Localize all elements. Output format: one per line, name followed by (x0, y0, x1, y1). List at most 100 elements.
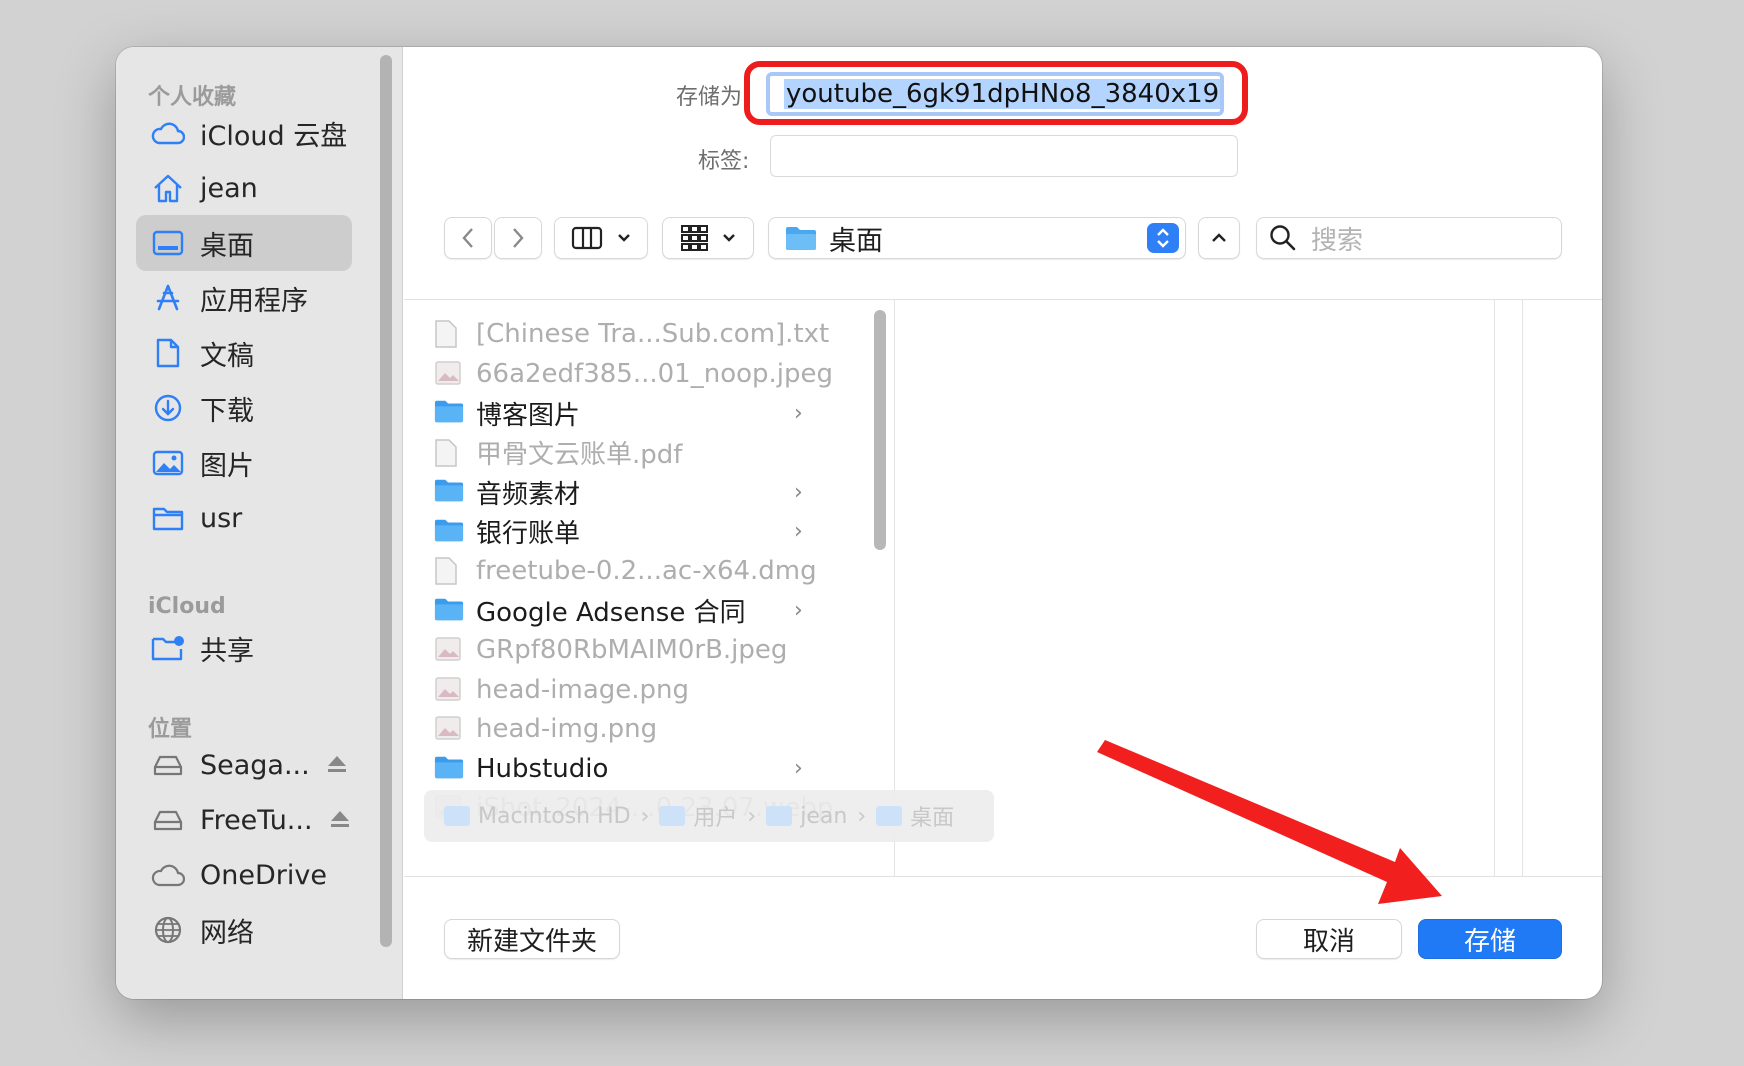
search-field[interactable]: 搜索 (1256, 217, 1562, 259)
save-as-label: 存储为 (676, 85, 743, 110)
file-name: 音频素材 (476, 479, 581, 510)
tags-input[interactable] (770, 135, 1238, 177)
file-row[interactable]: GRpf80RbMAIM0rB.jpeg (434, 630, 814, 670)
location-label: 桌面 (829, 225, 883, 257)
new-folder-button[interactable]: 新建文件夹 (444, 919, 620, 959)
chevron-right-icon: › (794, 519, 803, 544)
cloud-icon (150, 857, 186, 893)
photo-icon (150, 445, 186, 481)
file-row[interactable]: [Chinese Tra...Sub.com].txt (434, 314, 829, 354)
chevron-down-icon (618, 234, 630, 242)
save-button[interactable]: 存储 (1418, 919, 1562, 959)
network-icon (150, 912, 186, 948)
sidebar-item-label: 文稿 (200, 340, 254, 372)
cancel-button[interactable]: 取消 (1256, 919, 1402, 959)
sidebar-item-downloads[interactable]: 下载 (136, 380, 352, 436)
path-segment[interactable]: jean (800, 804, 847, 829)
sidebar-item-documents[interactable]: 文稿 (136, 325, 352, 381)
search-placeholder: 搜索 (1311, 225, 1364, 256)
file-name: head-img.png (476, 714, 658, 744)
folder-row[interactable]: 音频素材 › (434, 472, 814, 512)
sidebar-scrollbar[interactable] (380, 55, 392, 947)
file-row[interactable]: 甲骨文云账单.pdf (434, 433, 814, 473)
expand-collapse-button[interactable] (1198, 217, 1240, 259)
chevron-down-icon (723, 234, 735, 242)
chevron-right-icon (513, 228, 524, 248)
file-row[interactable]: head-img.png (434, 709, 814, 749)
folder-row[interactable]: 博客图片 › (434, 393, 814, 433)
path-segment[interactable]: 桌面 (910, 800, 954, 832)
folder-icon (150, 500, 186, 536)
sidebar-item-label: iCloud 云盘 (200, 120, 348, 152)
location-popup[interactable]: 桌面 (768, 217, 1186, 259)
eject-icon[interactable] (326, 750, 348, 781)
drive-icon (444, 806, 470, 826)
folder-row[interactable]: 银行账单 › (434, 512, 814, 552)
path-bar[interactable]: Macintosh HD › 用户 › jean › 桌面 (424, 790, 994, 842)
image-file-icon (434, 675, 464, 705)
file-name: head-image.png (476, 674, 690, 705)
columns-icon (571, 226, 603, 250)
sidebar-item-shared[interactable]: 共享 (136, 620, 352, 676)
sidebar-item-usr[interactable]: usr (136, 490, 352, 546)
path-segment[interactable]: Macintosh HD (478, 804, 631, 829)
updown-chevron-icon (1147, 223, 1179, 253)
sidebar-item-jean[interactable]: jean (136, 160, 352, 216)
disk-image-icon (434, 556, 464, 586)
sidebar-item-label: 下载 (200, 395, 254, 427)
folder-icon (434, 754, 464, 784)
file-name: 甲骨文云账单.pdf (476, 440, 683, 470)
sidebar-item-desktop[interactable]: 桌面 (136, 215, 352, 271)
chevron-right-icon: › (794, 756, 803, 781)
sidebar-item-label: FreeTu... (200, 804, 313, 836)
sidebar-item-applications[interactable]: 应用程序 (136, 270, 352, 326)
file-name: 66a2edf385...01_noop.jpeg (476, 358, 834, 389)
search-icon (1270, 225, 1296, 251)
column-divider (1494, 300, 1495, 876)
tags-label: 标签: (698, 149, 750, 174)
file-row[interactable]: freetube-0.2...ac-x64.dmg (434, 551, 817, 591)
sidebar-item-pictures[interactable]: 图片 (136, 435, 352, 491)
sidebar-item-label: 桌面 (200, 230, 254, 262)
text-file-icon (434, 319, 464, 349)
sidebar-item-onedrive[interactable]: OneDrive (136, 847, 352, 903)
grid-icon (681, 225, 708, 251)
folder-row[interactable]: Google Adsense 合同 › (434, 591, 814, 631)
chevron-up-icon (1212, 233, 1226, 242)
sidebar-item-label: OneDrive (200, 859, 327, 891)
sidebar-item-freetube[interactable]: FreeTu... (136, 792, 352, 848)
file-name: Hubstudio (476, 753, 609, 784)
image-file-icon (434, 359, 464, 389)
drive-icon (150, 802, 186, 838)
drive-icon (150, 747, 186, 783)
folder-icon (766, 806, 793, 826)
folder-row[interactable]: Hubstudio › (434, 749, 814, 789)
sidebar-item-network[interactable]: 网络 (136, 902, 352, 958)
folder-icon (659, 806, 686, 826)
column-divider (1522, 300, 1523, 876)
eject-icon[interactable] (329, 805, 351, 836)
file-name: Google Adsense 合同 (476, 598, 746, 628)
annotation-highlight-box (744, 61, 1248, 125)
column-view-button[interactable] (554, 217, 648, 259)
file-name: GRpf80RbMAIM0rB.jpeg (476, 635, 788, 665)
chevron-right-icon: › (794, 479, 803, 505)
image-file-icon (434, 714, 464, 744)
sidebar-item-seagate[interactable]: Seaga... (136, 737, 352, 793)
home-icon (150, 170, 186, 206)
file-name: 银行账单 (476, 519, 581, 549)
path-segment[interactable]: 用户 (693, 800, 737, 832)
back-button[interactable] (444, 217, 492, 259)
icloud-header: iCloud (148, 594, 226, 619)
sidebar-item-icloud-drive[interactable]: iCloud 云盘 (136, 105, 352, 161)
sidebar-item-label: 共享 (200, 635, 254, 667)
chevron-right-icon: › (794, 400, 803, 426)
sidebar-item-label: jean (200, 172, 258, 204)
folder-icon (434, 596, 464, 626)
file-list-scrollbar[interactable] (874, 310, 886, 550)
forward-button[interactable] (494, 217, 542, 259)
group-view-button[interactable] (662, 217, 754, 259)
folder-icon (876, 806, 903, 826)
file-row[interactable]: head-image.png (434, 670, 814, 710)
file-row[interactable]: 66a2edf385...01_noop.jpeg (434, 354, 833, 394)
